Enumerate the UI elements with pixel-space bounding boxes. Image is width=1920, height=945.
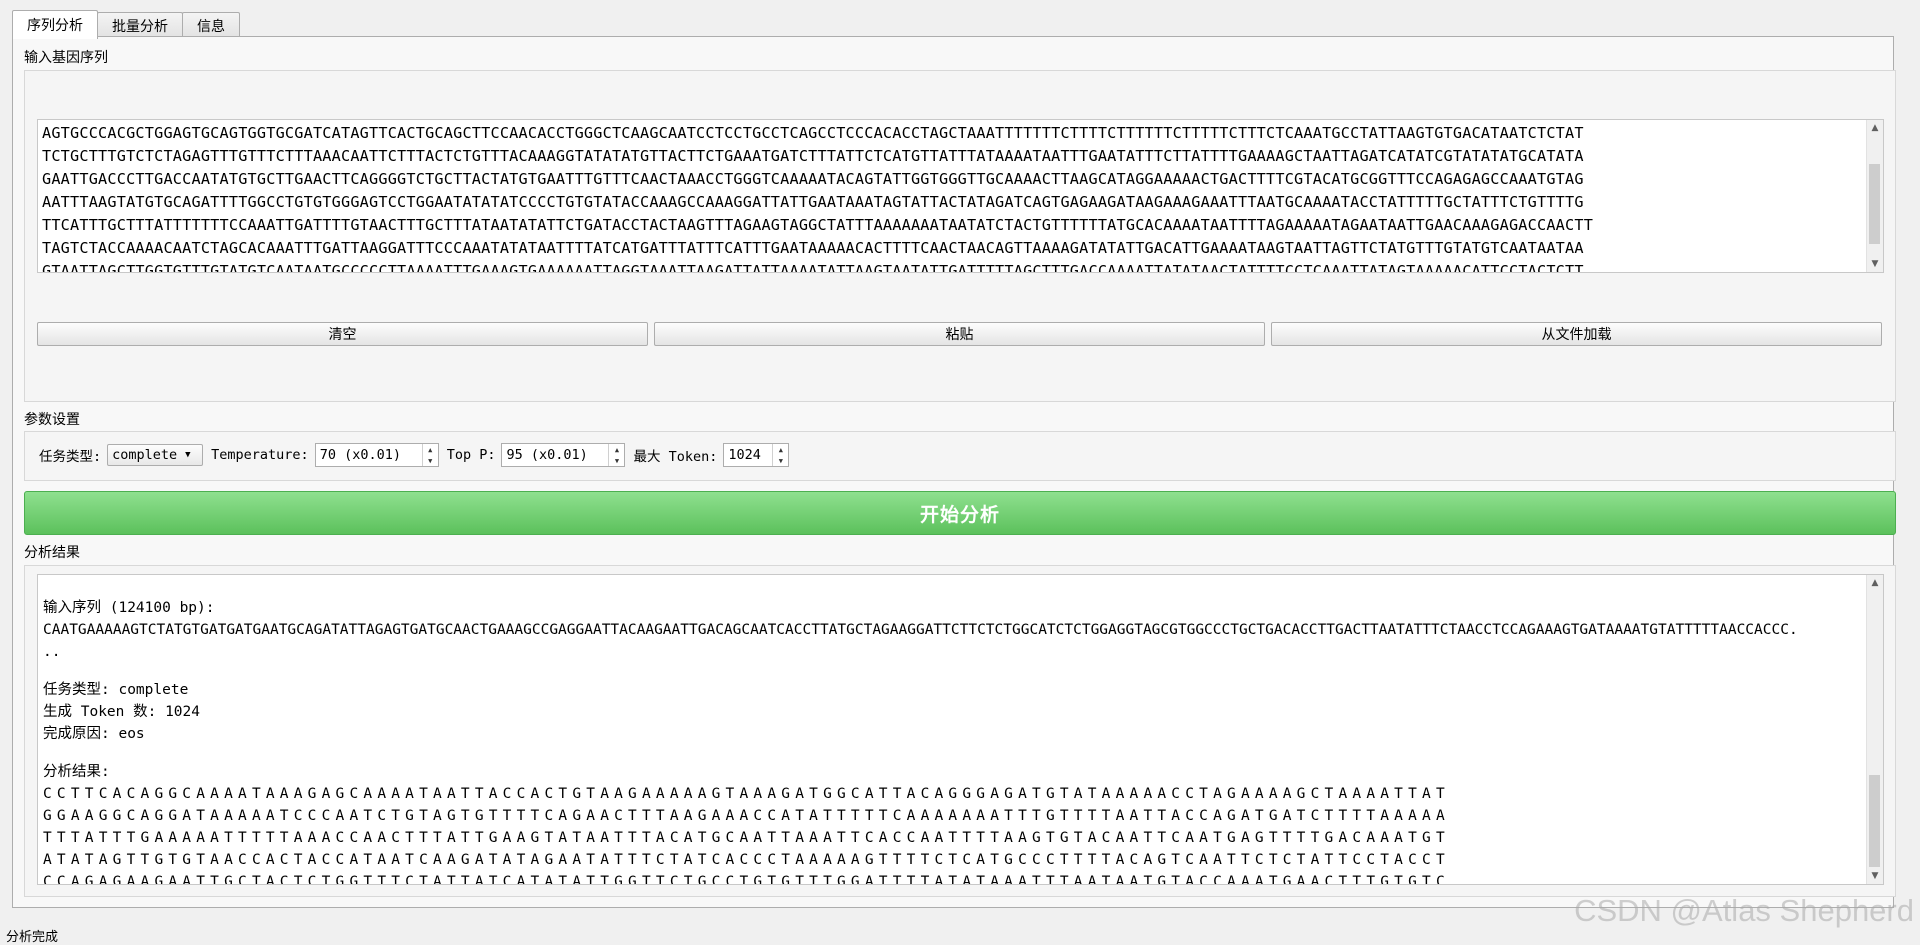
sequence-line: GAATTGACCCTTGACCAATATGTGCTTGAACTTCAGGGGT… — [42, 170, 1584, 188]
tab-sequence-analysis[interactable]: 序列分析 — [12, 10, 98, 39]
tab-bar: 序列分析 批量分析 信息 — [12, 10, 240, 39]
sequence-line: TTCATTTGCTTTATTTTTTTCCAAATTGATTTTGTAACTT… — [42, 216, 1594, 234]
results-text: 输入序列 (124100 bp): CAATGAAAAAGTCTATGTGATG… — [43, 597, 1859, 885]
paste-button[interactable]: 粘贴 — [654, 322, 1265, 346]
top-p-spinbox[interactable]: 95 (x0.01) ▲ ▼ — [501, 443, 626, 467]
sequence-line: TCTGCTTTGTCTCTAGAGTTTGTTTCTTTAAACAATTCTT… — [42, 147, 1584, 165]
sequence-input[interactable]: AGTGCCCACGCTGGAGTGCAGTGGTGCGATCATAGTTCAC… — [37, 119, 1884, 273]
top-p-value: 95 (x0.01) — [506, 447, 588, 463]
spin-arrows: ▲ ▼ — [421, 444, 438, 466]
sequence-line: AGTGCCCACGCTGGAGTGCAGTGGTGCGATCATAGTTCAC… — [42, 124, 1584, 142]
temperature-label: Temperature: — [211, 447, 309, 463]
max-token-label: 最大 Token: — [633, 449, 718, 465]
output-line: GGAAGGCAGGATAAAAATCCCAATCTGTAGTGTTTTCAGA… — [43, 808, 1450, 824]
output-line: CCTTCACAGGCAAAATAAAGAGCAAAATAATTACCACTGT… — [43, 786, 1450, 802]
scrollbar-thumb[interactable] — [1869, 164, 1880, 244]
params-section-label: 参数设置 — [24, 412, 80, 428]
analysis-header: 分析结果: — [43, 764, 110, 780]
spin-arrows: ▲ ▼ — [608, 444, 624, 466]
task-type-line: 任务类型: complete — [43, 682, 189, 698]
scrollbar-thumb[interactable] — [1869, 775, 1880, 867]
status-bar-text: 分析完成 — [6, 930, 59, 945]
input-seq-ellipsis: .. — [43, 644, 61, 660]
temperature-value: 70 (x0.01) — [319, 447, 401, 463]
input-seq-preview: CAATGAAAAAGTCTATGTGATGATGAATGCAGATATTAGA… — [43, 622, 1798, 638]
spin-up-icon[interactable]: ▲ — [773, 444, 788, 455]
spin-arrows: ▲ ▼ — [772, 444, 788, 466]
results-section-label: 分析结果 — [24, 545, 80, 561]
params-groupbox: 任务类型: complete ▼ Temperature: 70 (x0.01)… — [24, 431, 1896, 481]
results-output[interactable]: 输入序列 (124100 bp): CAATGAAAAAGTCTATGTGATG… — [37, 574, 1884, 885]
clear-button[interactable]: 清空 — [37, 322, 648, 346]
temperature-spinbox[interactable]: 70 (x0.01) ▲ ▼ — [314, 443, 439, 467]
results-scrollbar[interactable]: ▲ ▼ — [1866, 575, 1883, 884]
max-token-spinbox[interactable]: 1024 ▲ ▼ — [723, 443, 790, 467]
task-type-select[interactable]: complete ▼ — [107, 444, 204, 466]
output-line: ATATAGTTGTGTAACCACTACCATAATCAAGATATAGAAT… — [43, 852, 1450, 868]
task-type-label: 任务类型: — [39, 449, 102, 465]
watermark: CSDN @Atlas Shepherd — [1574, 893, 1914, 928]
spin-up-icon[interactable]: ▲ — [609, 444, 624, 455]
task-type-value: complete — [112, 447, 178, 463]
output-line: CCAGAGAAGAATTGCTACTCTGGTTTCTATTATCATATAT… — [43, 874, 1450, 885]
output-line: TTTATTTGAAAAATTTTTAAACCAACTTTATTGAAGTATA… — [43, 830, 1450, 846]
scroll-down-icon[interactable]: ▼ — [1867, 868, 1883, 884]
spin-down-icon[interactable]: ▼ — [423, 455, 438, 466]
start-analysis-button[interactable]: 开始分析 — [24, 491, 1896, 535]
chevron-down-icon: ▼ — [185, 450, 191, 460]
sequence-line: GTAATTAGCTTGGTGTTTGTATGTCAATAATGCCCCCTTA… — [42, 262, 1584, 273]
sequence-lines: AGTGCCCACGCTGGAGTGCAGTGGTGCGATCATAGTTCAC… — [42, 122, 1859, 273]
sequence-scrollbar[interactable]: ▲ ▼ — [1866, 120, 1883, 272]
scroll-up-icon[interactable]: ▲ — [1867, 120, 1883, 136]
spin-down-icon[interactable]: ▼ — [773, 455, 788, 466]
max-token-value: 1024 — [728, 447, 761, 463]
sequence-line: AATTTAAGTATGTGCAGATTTTGGCCTGTGTGGGAGTCCT… — [42, 193, 1584, 211]
spin-down-icon[interactable]: ▼ — [609, 455, 624, 466]
tokens-line: 生成 Token 数: 1024 — [43, 704, 200, 720]
tab-batch-analysis[interactable]: 批量分析 — [97, 12, 183, 38]
input-seq-header: 输入序列 (124100 bp): — [43, 600, 215, 616]
spin-up-icon[interactable]: ▲ — [423, 444, 438, 455]
scroll-up-icon[interactable]: ▲ — [1867, 575, 1883, 591]
input-section-label: 输入基因序列 — [24, 50, 108, 66]
finish-reason-line: 完成原因: eos — [43, 726, 145, 742]
scroll-down-icon[interactable]: ▼ — [1867, 256, 1883, 272]
sequence-line: TAGTCTACCAAAACAATCTAGCACAAATTTGATTAAGGAT… — [42, 239, 1584, 257]
load-file-button[interactable]: 从文件加载 — [1271, 322, 1882, 346]
params-row: 任务类型: complete ▼ Temperature: 70 (x0.01)… — [39, 443, 797, 467]
tab-info[interactable]: 信息 — [182, 12, 240, 38]
top-p-label: Top P: — [446, 447, 496, 463]
